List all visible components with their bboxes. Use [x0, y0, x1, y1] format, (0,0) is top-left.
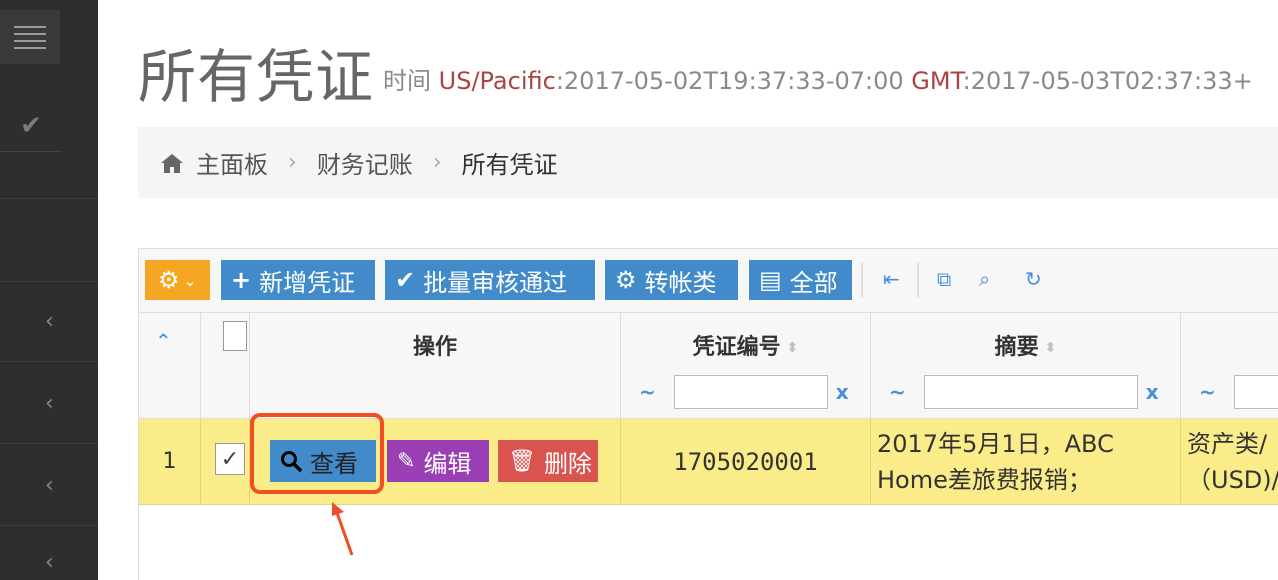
- breadcrumb-current: 所有凭证: [461, 151, 558, 179]
- edit-button[interactable]: ✎ 编辑: [387, 440, 489, 482]
- sort-icon[interactable]: ⬍: [787, 341, 799, 355]
- add-voucher-label: 新增凭证: [259, 268, 356, 297]
- chevron-up-icon[interactable]: ⌃: [155, 329, 172, 353]
- account-cell: 资产类/ （USD)/: [1181, 419, 1278, 504]
- sidebar-item[interactable]: [0, 153, 98, 199]
- select-all-checkbox[interactable]: [223, 321, 247, 351]
- voucher-no-header-text: 凭证编号 ⬍: [621, 329, 870, 361]
- time-pacific: :2017-05-02T19:37:33-07:00: [555, 67, 904, 95]
- row-checkbox[interactable]: ✓: [215, 443, 245, 475]
- batch-approve-label: 批量审核通过: [423, 268, 568, 297]
- plus-icon: +: [231, 266, 252, 294]
- chevron-left-icon: ‹: [45, 473, 54, 498]
- breadcrumb-separator-icon: ›: [432, 150, 442, 175]
- summary-cell: 2017年5月1日，ABC Home差旅费报销；: [871, 419, 1181, 504]
- gear-icon: ⚙: [158, 266, 180, 294]
- edit-label: 编辑: [423, 449, 472, 478]
- summary-line-1: 2017年5月1日，ABC: [877, 429, 1114, 458]
- account-filter-input[interactable]: [1233, 375, 1278, 409]
- sidebar-item-collapsible[interactable]: ‹: [0, 282, 98, 362]
- row-select-cell: ✓: [201, 419, 250, 504]
- all-label: 全部: [789, 268, 838, 297]
- sidebar-item[interactable]: [0, 200, 98, 282]
- delete-button[interactable]: 🗑 删除: [498, 440, 598, 482]
- voucher-no-filter: ~ x: [621, 375, 849, 409]
- breadcrumb-section-link[interactable]: 财务记账: [317, 145, 413, 180]
- annotation-arrow-icon: [332, 502, 354, 556]
- check-icon: ✔: [20, 110, 42, 141]
- summary-column-header[interactable]: 摘要 ⬍ ~ x: [871, 313, 1181, 418]
- grid-toolbar: ⚙ ⌄ + 新增凭证 ✔ 批量审核通过 ⚙ 转帐类 ▤ 全部 ⇤ ⧉ ⌕ ↻: [139, 249, 1278, 313]
- filter-range-icon: ~: [1199, 380, 1216, 404]
- toolbar-divider: [861, 263, 863, 297]
- sidebar-item-collapsible[interactable]: ‹: [0, 446, 98, 526]
- action-column-header: 操作: [250, 313, 621, 418]
- page-timestamp: 时间 US/Pacific:2017-05-02T19:37:33-07:00 …: [383, 61, 1253, 96]
- sidebar-item-collapsible[interactable]: ‹: [0, 528, 98, 580]
- check-icon: ✔: [395, 266, 416, 294]
- account-line-2: （USD)/: [1187, 465, 1278, 494]
- first-page-icon[interactable]: ⇤: [883, 267, 900, 291]
- batch-approve-button[interactable]: ✔ 批量审核通过: [385, 260, 595, 300]
- account-line-1: 资产类/: [1187, 429, 1268, 458]
- expand-column-header: ⌃: [139, 313, 201, 418]
- gears-icon: ⚙: [615, 266, 637, 294]
- menu-toggle-button[interactable]: [0, 10, 60, 64]
- summary-filter: ~ x: [871, 375, 1159, 409]
- voucher-no-column-label: 凭证编号: [692, 335, 781, 360]
- filter-range-icon: ~: [889, 380, 906, 404]
- transfer-type-label: 转帐类: [644, 268, 717, 297]
- add-voucher-button[interactable]: + 新增凭证: [221, 260, 375, 300]
- chevron-left-icon: ‹: [45, 550, 54, 575]
- breadcrumb-home-link[interactable]: 主面板: [196, 145, 268, 180]
- voucher-no-column-header[interactable]: 凭证编号 ⬍ ~ x: [621, 313, 871, 418]
- column-chooser-icon[interactable]: ⧉: [937, 267, 951, 291]
- action-column-label: 操作: [412, 335, 457, 360]
- check-icon: ✓: [220, 446, 240, 472]
- sort-icon[interactable]: ⬍: [1045, 341, 1057, 355]
- summary-line-2: Home差旅费报销；: [877, 465, 1092, 494]
- voucher-no-cell: 1705020001: [621, 419, 871, 504]
- summary-column-label: 摘要: [994, 335, 1039, 360]
- chevron-down-icon: ⌄: [183, 270, 197, 290]
- time-label: 时间: [383, 67, 431, 95]
- refresh-icon[interactable]: ↻: [1025, 267, 1042, 291]
- summary-filter-input[interactable]: [923, 375, 1138, 409]
- breadcrumb: 主面板 › 财务记账 › 所有凭证: [138, 127, 1278, 198]
- select-column-header: [201, 313, 250, 418]
- sidebar-item-collapsible[interactable]: ‹: [0, 364, 98, 444]
- search-icon[interactable]: ⌕: [979, 267, 990, 291]
- trash-icon: 🗑: [508, 448, 536, 474]
- filter-clear-icon[interactable]: x: [836, 380, 849, 404]
- page-title: 所有凭证: [138, 43, 375, 111]
- toolbar-divider: [917, 263, 919, 297]
- book-icon: ▤: [759, 266, 782, 294]
- account-column-header: ~: [1181, 313, 1278, 418]
- sidebar-check-item[interactable]: ✔: [0, 100, 62, 152]
- all-button[interactable]: ▤ 全部: [749, 260, 852, 300]
- row-number: 1: [139, 419, 201, 504]
- filter-range-icon: ~: [639, 380, 656, 404]
- voucher-no-filter-input[interactable]: [673, 375, 828, 409]
- filter-clear-icon[interactable]: x: [1146, 380, 1159, 404]
- delete-label: 删除: [543, 449, 592, 478]
- table-header: ⌃ 操作 凭证编号 ⬍ ~ x 摘要 ⬍ ~ x ~: [139, 313, 1278, 419]
- chevron-left-icon: ‹: [45, 309, 54, 334]
- edit-icon: ✎: [397, 448, 416, 474]
- account-filter: ~: [1181, 375, 1278, 409]
- sidebar: ✔ ‹ ‹ ‹ ‹: [0, 0, 98, 580]
- annotation-highlight-box: [250, 413, 384, 494]
- chevron-left-icon: ‹: [45, 391, 54, 416]
- settings-dropdown-button[interactable]: ⚙ ⌄: [145, 260, 210, 300]
- breadcrumb-separator-icon: ›: [288, 150, 297, 175]
- time-gmt: :2017-05-03T02:37:33+: [962, 67, 1253, 95]
- timezone-gmt: GMT: [911, 67, 963, 95]
- transfer-type-button[interactable]: ⚙ 转帐类: [605, 260, 738, 300]
- summary-header-text: 摘要 ⬍: [871, 329, 1180, 361]
- home-icon: [161, 153, 183, 173]
- timezone-pacific: US/Pacific: [438, 67, 556, 95]
